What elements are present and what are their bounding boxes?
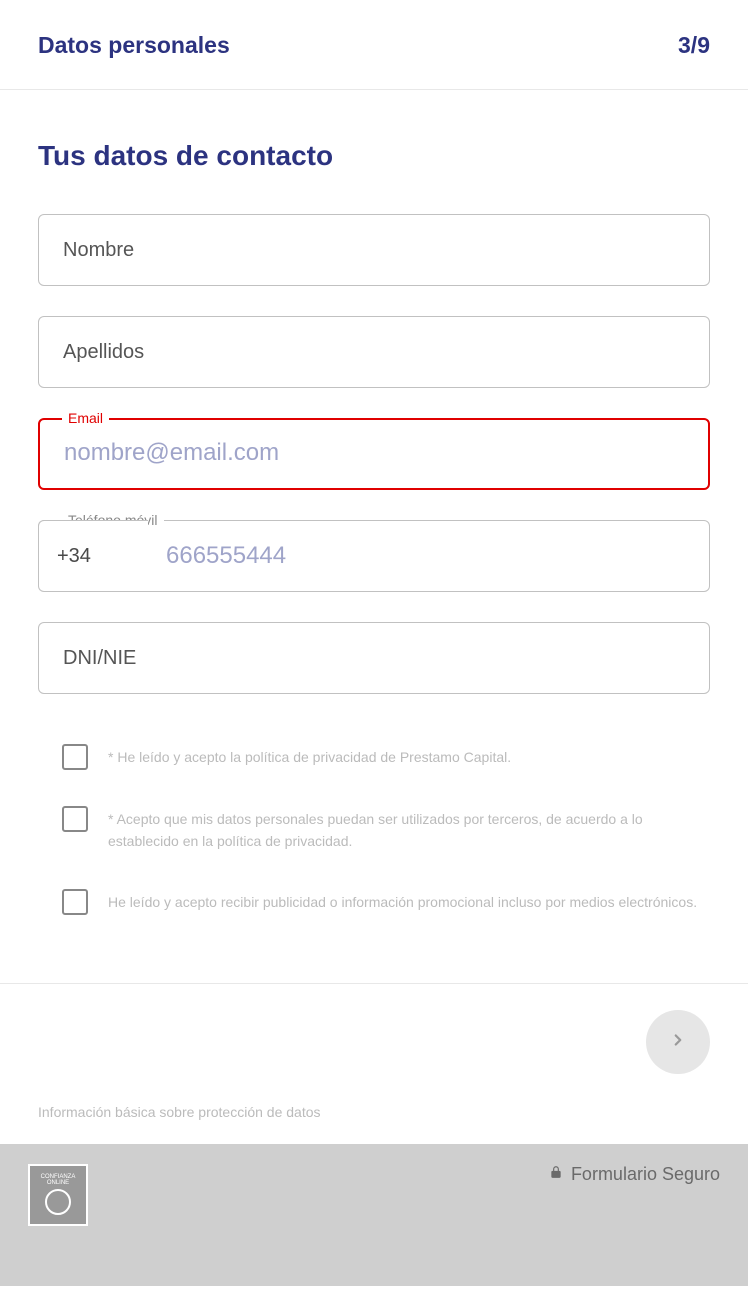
telefono-input[interactable] — [148, 520, 710, 592]
trust-badge-icon — [45, 1189, 71, 1215]
section-title: Tus datos de contacto — [38, 140, 710, 172]
form-content: Tus datos de contacto Email Teléfono móv… — [0, 90, 748, 983]
consent-marketing-checkbox[interactable] — [62, 889, 88, 915]
nombre-field-wrapper — [38, 214, 710, 286]
telefono-prefix[interactable]: +34 — [38, 520, 148, 592]
step-indicator: 3/9 — [678, 32, 710, 59]
trust-badge: CONFIANZA ONLINE — [28, 1164, 88, 1226]
secure-label: Formulario Seguro — [571, 1164, 720, 1185]
nombre-input[interactable] — [38, 214, 710, 286]
consent-privacy-row: * He leído y acepto la política de priva… — [38, 744, 710, 770]
trust-badge-text: CONFIANZA ONLINE — [30, 1174, 86, 1186]
next-button[interactable] — [646, 1010, 710, 1074]
email-input[interactable] — [38, 418, 710, 490]
consent-thirdparty-checkbox[interactable] — [62, 806, 88, 832]
consent-group: * He leído y acepto la política de priva… — [38, 744, 710, 915]
dni-input[interactable] — [38, 622, 710, 694]
consent-marketing-row: He leído y acepto recibir publicidad o i… — [38, 889, 710, 915]
telefono-field-wrapper: Teléfono móvil +34 — [38, 520, 710, 592]
consent-privacy-label: * He leído y acepto la política de priva… — [108, 744, 511, 768]
chevron-right-icon — [669, 1031, 687, 1052]
page-title: Datos personales — [38, 32, 230, 59]
dni-field-wrapper — [38, 622, 710, 694]
consent-privacy-checkbox[interactable] — [62, 744, 88, 770]
consent-thirdparty-row: * Acepto que mis datos personales puedan… — [38, 806, 710, 853]
lock-icon — [549, 1164, 563, 1185]
apellidos-field-wrapper — [38, 316, 710, 388]
email-label: Email — [62, 410, 109, 426]
email-field-wrapper: Email — [38, 418, 710, 490]
footer: CONFIANZA ONLINE Formulario Seguro — [0, 1144, 748, 1286]
legal-info-link[interactable]: Información básica sobre protección de d… — [0, 1094, 748, 1144]
consent-marketing-label: He leído y acepto recibir publicidad o i… — [108, 889, 697, 913]
actions-bar — [0, 983, 748, 1094]
page-header: Datos personales 3/9 — [0, 0, 748, 90]
consent-thirdparty-label: * Acepto que mis datos personales puedan… — [108, 806, 710, 853]
apellidos-input[interactable] — [38, 316, 710, 388]
secure-indicator: Formulario Seguro — [549, 1164, 720, 1185]
